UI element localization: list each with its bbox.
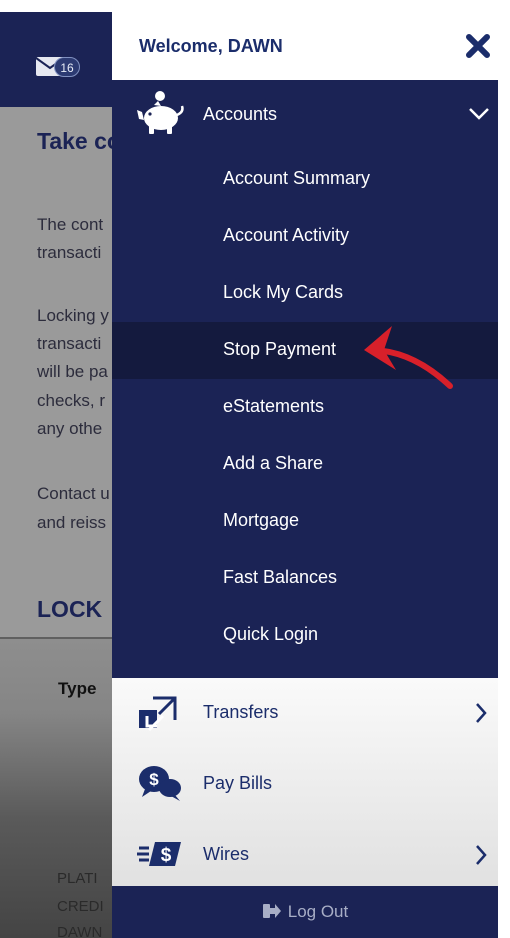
main-menu-list: Transfers $ Pay Bills $ Wires	[112, 678, 498, 893]
right-gutter	[498, 0, 510, 938]
menu-item-transfers[interactable]: Transfers	[112, 678, 498, 748]
piggy-bank-icon	[137, 91, 184, 134]
top-status-strip	[0, 0, 510, 12]
menu-item-fast-balances[interactable]: Fast Balances	[112, 550, 498, 607]
menu-item-label: Lock My Cards	[223, 282, 344, 302]
chevron-down-icon[interactable]	[468, 106, 490, 122]
accounts-label: Accounts	[203, 104, 278, 124]
background-top-bar: 16	[0, 12, 112, 107]
accounts-menu-header[interactable]: Accounts	[112, 80, 498, 150]
background-row-text: DAWN	[57, 924, 103, 938]
background-text-line: transacti	[37, 243, 102, 262]
background-heading: Take co	[37, 128, 121, 154]
background-text-line: will be pa	[37, 362, 108, 381]
logout-content: Log Out	[112, 902, 498, 922]
wire-money-icon: $	[137, 842, 181, 866]
background-text-line: transacti	[37, 334, 102, 353]
menu-item-label: Quick Login	[223, 624, 319, 644]
menu-item-label: Add a Share	[223, 453, 324, 473]
menu-item-wires[interactable]: $ Wires	[112, 820, 498, 890]
svg-text:$: $	[161, 845, 172, 866]
menu-item-label: Mortgage	[223, 510, 300, 530]
background-text-line: and reiss	[37, 513, 106, 532]
menu-item-label: Stop Payment	[223, 339, 337, 359]
menu-item-label: Pay Bills	[203, 773, 273, 793]
sign-out-icon	[262, 904, 281, 918]
menu-item-label: Wires	[203, 844, 249, 864]
menu-item-label: Transfers	[203, 702, 279, 722]
background-text-line: The cont	[37, 215, 104, 234]
logout-label: Log Out	[287, 902, 349, 921]
logout-button[interactable]: Log Out	[112, 886, 498, 938]
menu-item-account-summary[interactable]: Account Summary	[112, 151, 498, 208]
menu-item-add-a-share[interactable]: Add a Share	[112, 436, 498, 493]
menu-item-stop-payment[interactable]: Stop Payment	[112, 322, 498, 379]
close-icon[interactable]	[464, 32, 492, 60]
background-column-header: Type	[58, 679, 97, 698]
transfer-arrows-icon	[139, 696, 177, 732]
menu-item-label: Account Summary	[223, 168, 371, 188]
menu-item-pay-bills[interactable]: $ Pay Bills	[112, 749, 498, 819]
background-text-line: checks, r	[37, 391, 106, 410]
menu-item-label: Account Activity	[223, 225, 350, 245]
background-section-heading: LOCK	[37, 596, 103, 622]
menu-item-account-activity[interactable]: Account Activity	[112, 208, 498, 265]
menu-item-label: Fast Balances	[223, 567, 338, 587]
chevron-right-icon	[476, 703, 487, 723]
background-row-text: PLATI	[57, 870, 98, 887]
pay-bills-icon: $	[139, 766, 181, 801]
menu-item-estatements[interactable]: eStatements	[112, 379, 498, 436]
menu-item-mortgage[interactable]: Mortgage	[112, 493, 498, 550]
accounts-submenu-panel: Accounts Account Summary Account Activit…	[112, 80, 498, 678]
background-text-line: any othe	[37, 419, 103, 438]
drawer-header: Welcome, DAWN	[112, 12, 498, 80]
navigation-drawer: Welcome, DAWN Accounts Account Summary A…	[112, 12, 498, 938]
background-row-text: CREDI	[57, 898, 104, 915]
menu-item-lock-my-cards[interactable]: Lock My Cards	[112, 265, 498, 322]
background-text-line: Contact u	[37, 484, 110, 503]
background-text-line: Locking y	[37, 306, 109, 325]
menu-item-label: eStatements	[223, 396, 325, 416]
chevron-right-icon	[476, 845, 487, 865]
svg-text:$: $	[149, 770, 159, 789]
mail-count-badge: 16	[54, 57, 80, 77]
menu-item-quick-login[interactable]: Quick Login	[112, 607, 498, 664]
welcome-text: Welcome, DAWN	[139, 36, 283, 56]
